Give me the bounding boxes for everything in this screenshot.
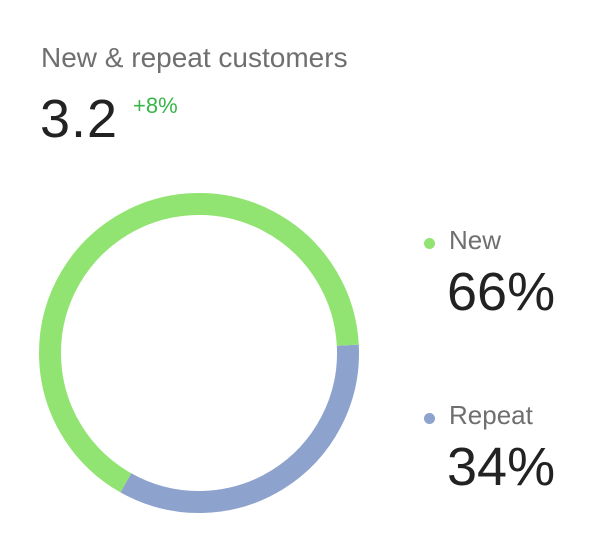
legend-dot-repeat xyxy=(424,413,435,424)
legend-item-repeat: Repeat 34% xyxy=(420,400,590,510)
legend-value-repeat: 34% xyxy=(447,437,556,497)
legend-dot-new xyxy=(424,238,435,249)
legend-item-new: New 66% xyxy=(420,225,590,335)
legend-value-new: 66% xyxy=(447,262,556,322)
legend-label-repeat: Repeat xyxy=(449,400,533,430)
legend-label-new: New xyxy=(449,225,502,255)
donut-slice-repeat xyxy=(120,344,359,513)
donut-slice-new xyxy=(39,193,359,493)
